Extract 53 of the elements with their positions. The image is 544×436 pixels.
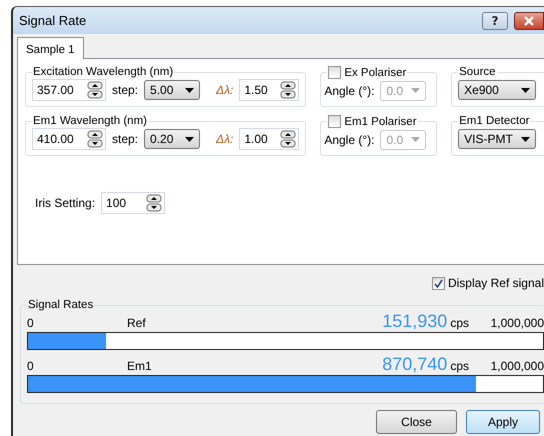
spinner-arrows-icon[interactable] [146, 194, 162, 212]
delta-label: Δλ: [216, 132, 234, 146]
group-label: Excitation Wavelength (nm) [32, 66, 174, 78]
step-label: step: [112, 83, 138, 97]
spinner-arrows-icon[interactable] [87, 130, 103, 148]
spinner-arrows-icon[interactable] [280, 130, 296, 148]
help-button[interactable]: ? [482, 12, 508, 30]
dialog-button[interactable]: Apply [466, 410, 540, 434]
spinner-arrows-icon[interactable] [280, 81, 296, 99]
rate-value: 151,930 [382, 311, 448, 332]
iris-label: Iris Setting: [35, 196, 96, 210]
selector-dropdown[interactable]: VIS-PMT [458, 129, 536, 149]
caret-icon [411, 88, 420, 93]
group-label: Signal Rates [27, 299, 94, 311]
channel-name: Ref [127, 316, 146, 330]
step-dropdown[interactable]: 5.00 [144, 80, 200, 100]
scale-min: 0 [27, 359, 35, 373]
angle-label: Angle (°): [324, 132, 374, 146]
caret-icon [185, 88, 194, 92]
close-button[interactable] [514, 12, 544, 30]
dialog-button[interactable]: Close [376, 410, 457, 434]
tab[interactable]: Sample 1 [17, 37, 84, 59]
caret-icon [411, 137, 420, 142]
scale-max: 1,000,000 [490, 316, 544, 330]
angle-label: Angle (°): [324, 84, 374, 98]
scale-min: 0 [27, 316, 35, 330]
bandwidth-field[interactable]: 1.00 [239, 128, 300, 150]
window-title: Signal Rate [19, 13, 88, 28]
step-label: step: [112, 132, 138, 146]
rate-unit: cps [450, 316, 469, 330]
checkbox-label: Display Ref signal [448, 276, 544, 290]
bandwidth-field[interactable]: 1.50 [239, 79, 300, 101]
rate-value: 870,740 [382, 354, 448, 375]
group-label: Source [458, 66, 497, 78]
rate-unit: cps [450, 359, 469, 373]
delta-label: Δλ: [216, 83, 234, 97]
wavelength-field[interactable]: 410.00 [32, 128, 106, 150]
scale-max: 1,000,000 [490, 359, 544, 373]
group-label: Em1 Detector [458, 115, 530, 127]
caret-icon [521, 136, 530, 142]
selector-dropdown[interactable]: Xe900 [458, 80, 536, 100]
checkbox[interactable] [432, 276, 445, 290]
caret-icon [185, 136, 194, 142]
step-dropdown[interactable]: 0.20 [144, 129, 200, 149]
group-label: Em1 Wavelength (nm) [32, 115, 148, 127]
checkbox-label: Em1 Polariser [344, 116, 417, 128]
caret-icon [521, 88, 530, 92]
spinner-arrows-icon[interactable] [87, 81, 103, 99]
close-icon [523, 16, 535, 26]
channel-name: Em1 [127, 359, 152, 373]
wavelength-field[interactable]: 357.00 [32, 79, 106, 101]
iris-field[interactable]: 100 [101, 192, 166, 214]
checkbox-label: Ex Polariser [344, 66, 406, 78]
